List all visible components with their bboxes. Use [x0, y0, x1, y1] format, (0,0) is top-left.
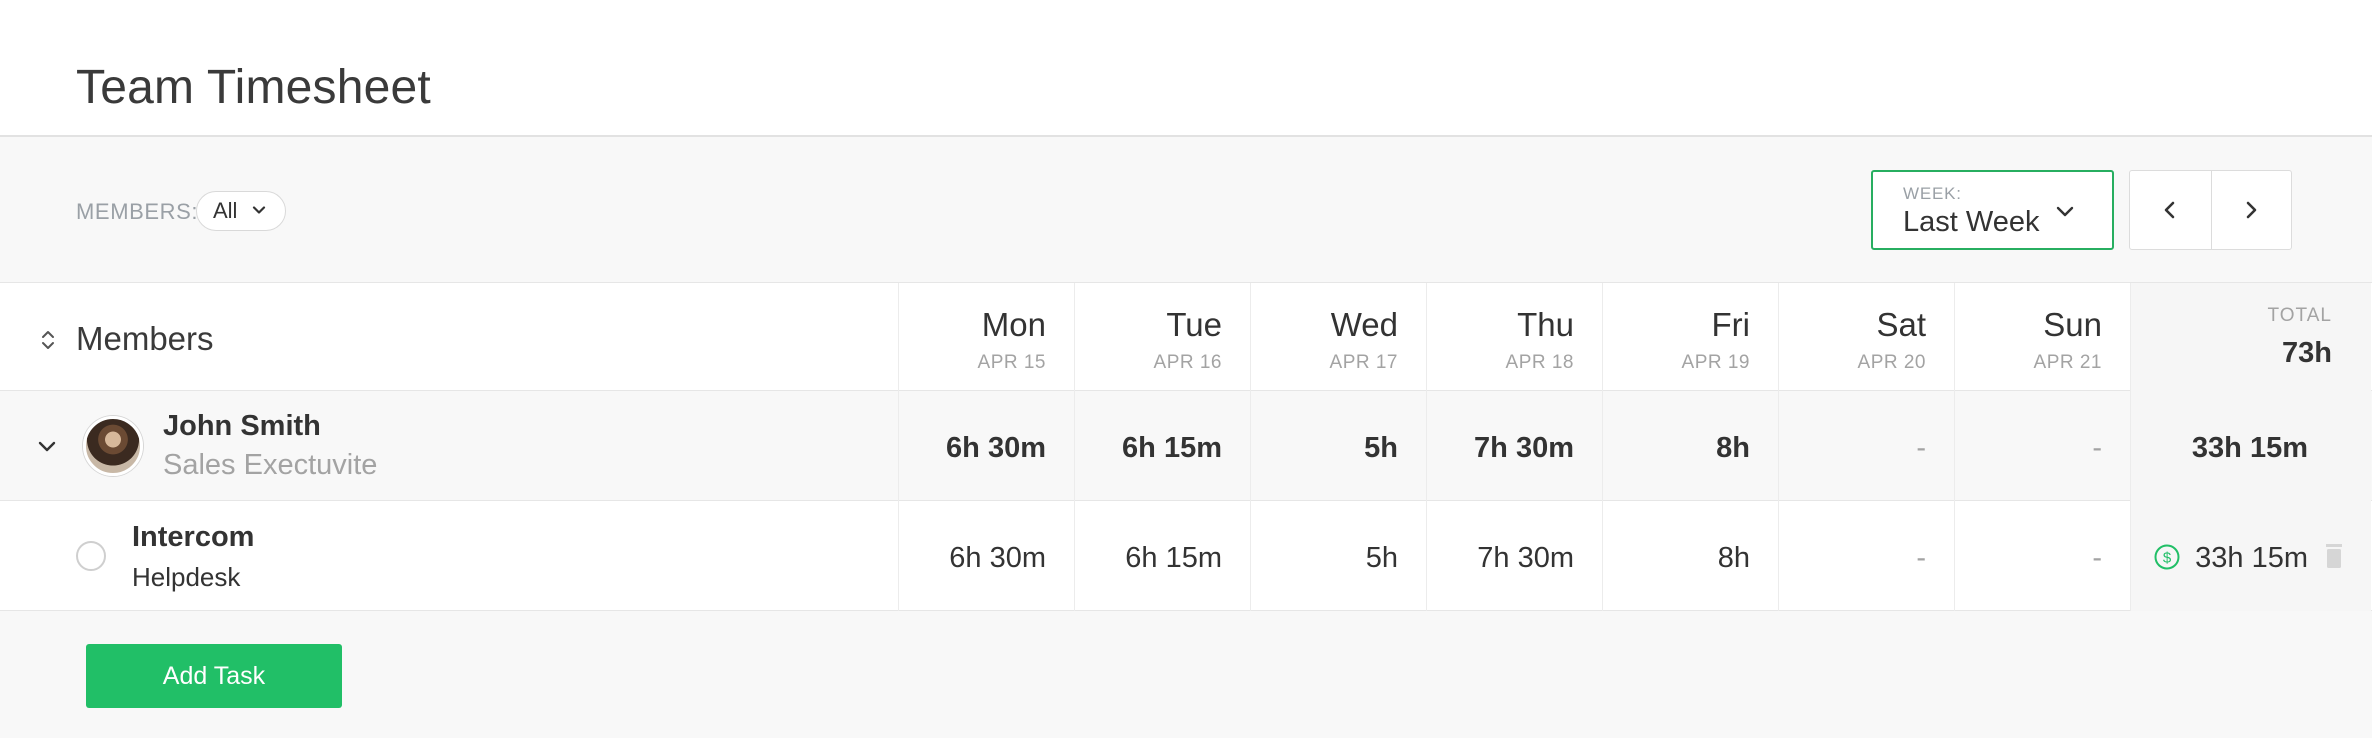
task-name: Helpdesk: [132, 562, 241, 592]
day-name: Wed: [1330, 306, 1398, 343]
day-date: APR 17: [1329, 352, 1398, 373]
day-column: [1954, 283, 2130, 611]
day-date: APR 16: [1153, 352, 1222, 373]
week-selector-value: Last Week: [1903, 206, 2040, 238]
member-role: Sales Exectuvite: [163, 449, 378, 481]
previous-week-button[interactable]: [2130, 171, 2211, 249]
chevron-left-icon: [2164, 201, 2175, 219]
member-hours-cell: 6h 30m: [946, 432, 1046, 464]
footer-bar: [0, 611, 2372, 738]
member-hours-cell: 7h 30m: [1474, 432, 1574, 464]
member-hours-cell: -: [1916, 432, 1926, 464]
sort-icon[interactable]: [38, 326, 58, 354]
task-project: Intercom: [132, 521, 255, 553]
day-name: Tue: [1166, 306, 1222, 343]
day-date: APR 18: [1505, 352, 1574, 373]
task-hours-cell[interactable]: -: [2092, 542, 2102, 575]
task-total-hours: 33h 15m: [2195, 542, 2308, 574]
day-column: [1778, 283, 1954, 611]
add-task-button[interactable]: Add Task: [86, 644, 342, 708]
trash-icon[interactable]: [2323, 542, 2345, 570]
task-complete-checkbox[interactable]: [76, 541, 106, 571]
next-week-button[interactable]: [2210, 171, 2292, 249]
task-hours-cell[interactable]: -: [1916, 542, 1926, 575]
week-selector[interactable]: WEEK: Last Week: [1871, 170, 2114, 250]
day-name: Sun: [2043, 306, 2102, 343]
chevron-down-icon: [2056, 206, 2074, 217]
total-label: TOTAL: [2267, 305, 2332, 326]
members-filter-dropdown[interactable]: All: [196, 191, 286, 231]
day-date: APR 15: [977, 352, 1046, 373]
day-name: Thu: [1517, 306, 1574, 343]
day-name: Sat: [1876, 306, 1926, 343]
members-filter-value: All: [213, 198, 238, 223]
task-hours-cell[interactable]: 8h: [1718, 542, 1750, 575]
day-name: Mon: [981, 306, 1046, 343]
members-filter-label: MEMBERS:: [76, 199, 199, 224]
members-column-heading: Members: [76, 320, 214, 357]
page-title: Team Timesheet: [76, 61, 431, 114]
svg-text:$: $: [2163, 550, 2172, 567]
day-column: [1602, 283, 1778, 611]
total-hours: 73h: [2282, 337, 2332, 369]
chevron-down-icon[interactable]: [34, 433, 60, 459]
week-pager: [2129, 170, 2292, 250]
task-hours-cell[interactable]: 6h 15m: [1125, 542, 1222, 575]
member-hours-cell: 6h 15m: [1122, 432, 1222, 464]
dollar-icon[interactable]: $: [2153, 543, 2181, 571]
member-hours-cell: -: [2092, 432, 2102, 464]
day-name: Fri: [1711, 306, 1750, 343]
day-date: APR 20: [1857, 352, 1926, 373]
avatar: [83, 416, 143, 476]
week-selector-label: WEEK:: [1903, 184, 1962, 203]
day-date: APR 19: [1681, 352, 1750, 373]
member-hours-cell: 5h: [1364, 432, 1398, 464]
task-hours-cell[interactable]: 7h 30m: [1477, 542, 1574, 575]
member-total-hours: 33h 15m: [2191, 432, 2308, 464]
member-name[interactable]: John Smith: [163, 410, 321, 443]
member-hours-cell: 8h: [1716, 432, 1750, 464]
chevron-right-icon: [2246, 201, 2257, 219]
task-hours-cell[interactable]: 6h 30m: [949, 542, 1046, 575]
day-date: APR 21: [2033, 352, 2102, 373]
task-hours-cell[interactable]: 5h: [1366, 542, 1398, 575]
chevron-down-icon: [252, 206, 266, 214]
page-header: Team Timesheet: [0, 0, 2372, 137]
